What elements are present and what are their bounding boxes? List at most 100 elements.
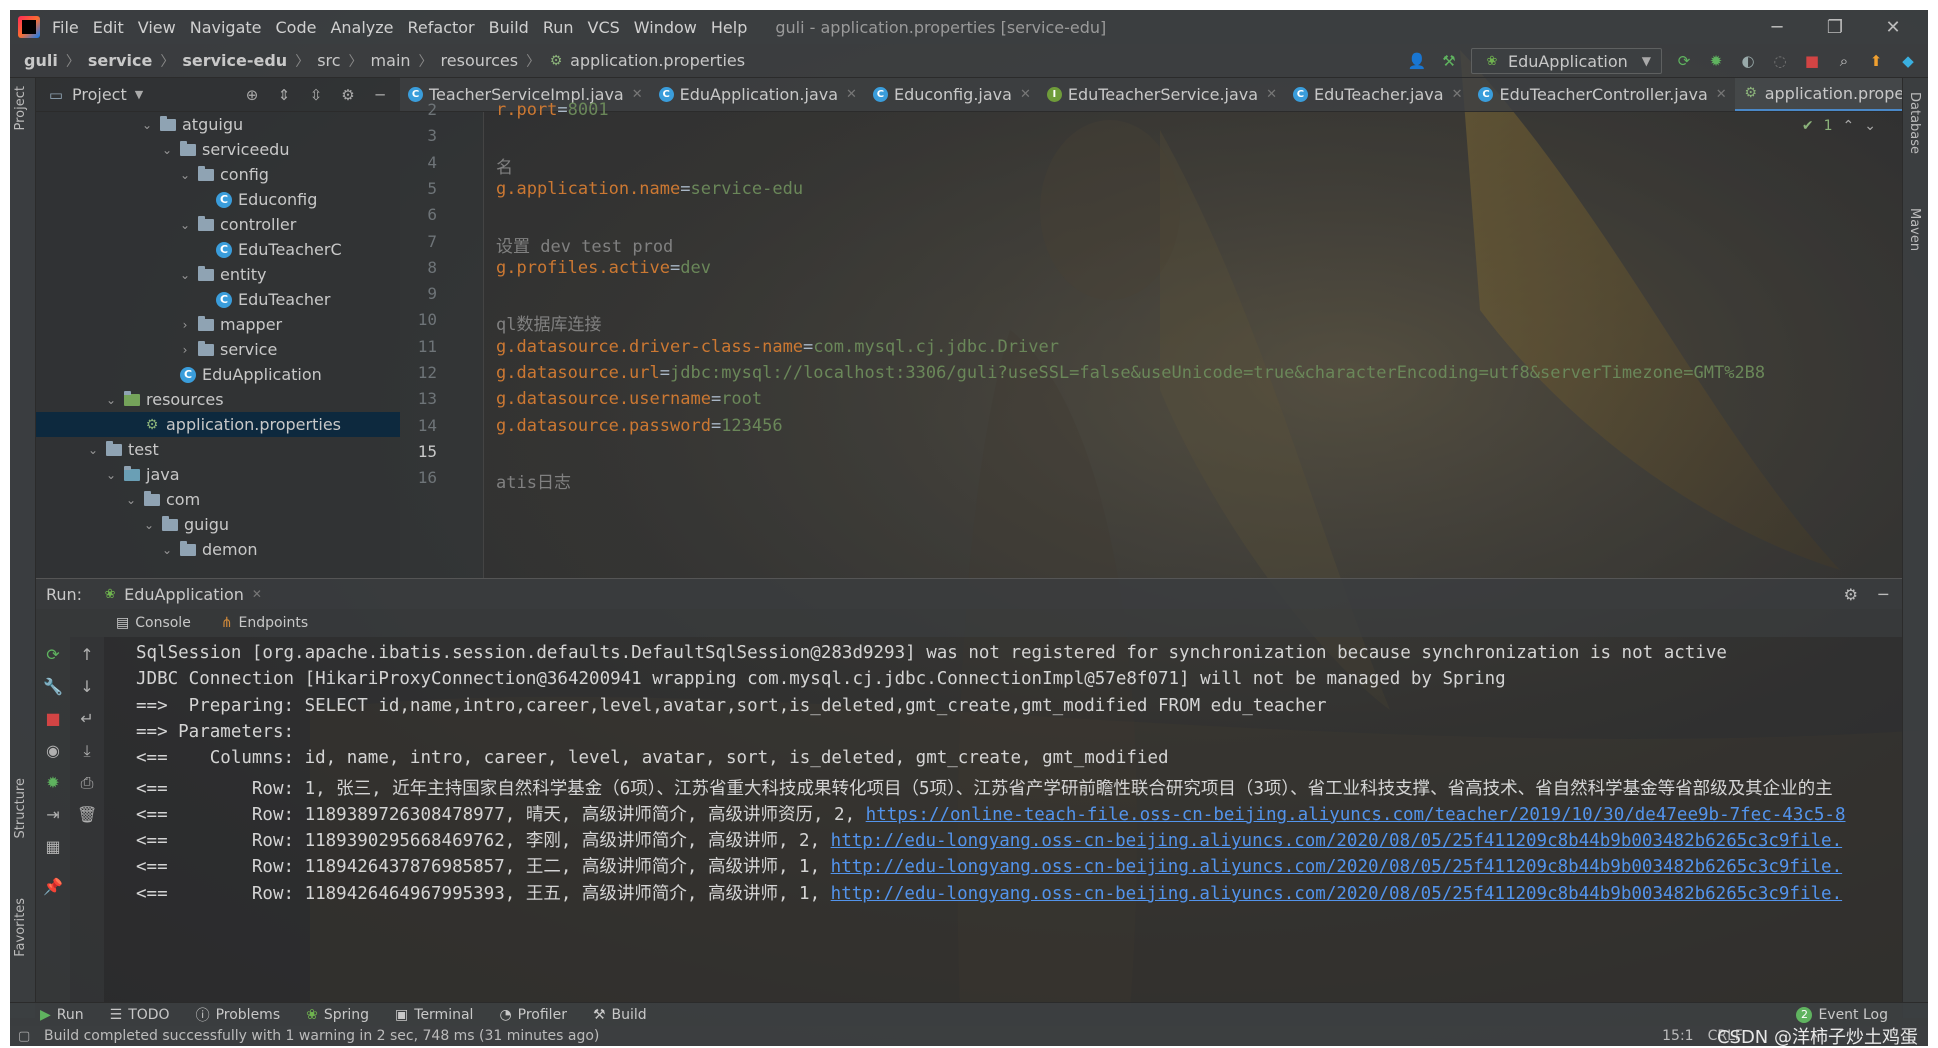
status-layout-icon[interactable]: ▢ [18,1029,30,1044]
update-icon[interactable]: ⬆ [1866,51,1886,71]
rerun-icon[interactable]: ⟳ [1674,51,1694,71]
chevron-down-icon[interactable]: ⌄ [104,393,118,407]
run-config-tab[interactable]: EduApplication [124,585,244,604]
tree-item[interactable]: ⌄ demon [36,537,400,562]
editor-tab[interactable]: I EduTeacherService.java ✕ [1039,78,1285,111]
code-line[interactable]: g.application.name=service-edu [496,179,803,199]
editor-tab[interactable]: C Educonfig.java ✕ [865,78,1039,111]
console-link[interactable]: http://edu-longyang.oss-cn-beijing.aliyu… [831,884,1842,904]
structure-tool-tab[interactable]: Structure [13,778,28,838]
chevron-down-icon[interactable]: ⌄ [160,143,174,157]
chevron-up-icon[interactable]: ⌃ [1843,118,1855,134]
expand-all-icon[interactable]: ⇕ [274,85,294,105]
plugin-icon[interactable]: ◆ [1898,51,1918,71]
chevron-down-icon[interactable]: ▼ [135,88,143,101]
tree-item[interactable]: ⌄ com [36,487,400,512]
menu-code[interactable]: Code [276,18,317,37]
tree-item[interactable]: ⌄ entity [36,262,400,287]
project-panel-title[interactable]: Project [72,85,127,104]
tree-item[interactable]: › mapper [36,312,400,337]
favorites-tool-tab[interactable]: Favorites [13,898,28,957]
tool-run[interactable]: ▶ Run [40,1007,84,1023]
project-tool-tab[interactable]: Project [13,86,28,130]
menu-analyze[interactable]: Analyze [330,18,393,37]
pin-icon[interactable]: 📌 [43,877,63,897]
breadcrumb-item[interactable]: application.properties [570,51,745,70]
chevron-down-icon[interactable]: ⌄ [140,118,154,132]
breadcrumb-item[interactable]: resources [441,51,519,70]
menu-help[interactable]: Help [711,18,747,37]
tree-item[interactable]: ⌄ resources [36,387,400,412]
tree-item[interactable]: ⌄ java [36,462,400,487]
search-icon[interactable]: ⌕ [1834,51,1854,71]
chevron-down-icon[interactable]: ⌄ [124,493,138,507]
chevron-down-icon[interactable]: ⌄ [178,268,192,282]
editor-tab[interactable]: C EduTeacher.java ✕ [1285,78,1471,111]
tool-terminal[interactable]: ▣ Terminal [395,1007,473,1023]
maven-tool-tab[interactable]: Maven [1907,208,1922,251]
arrow-down-icon[interactable]: ↓ [77,677,97,697]
print-icon[interactable]: ⎙ [77,773,97,793]
tool-event-log[interactable]: 2 Event Log [1796,1006,1888,1023]
close-button[interactable]: ✕ [1864,17,1922,38]
code-line[interactable]: g.datasource.url=jdbc:mysql://localhost:… [496,363,1765,383]
debug-icon[interactable]: ✹ [1706,51,1726,71]
code-line[interactable]: 名 [496,153,513,178]
debug-icon[interactable]: ✹ [43,773,63,793]
collapse-all-icon[interactable]: ⇳ [306,85,326,105]
tree-item[interactable]: ⌄ atguigu [36,112,400,137]
breadcrumb-item[interactable]: src [317,51,340,70]
tree-item[interactable]: ⌄ serviceedu [36,137,400,162]
arrow-up-icon[interactable]: ↑ [77,645,97,665]
tree-item[interactable]: ⚙ application.properties [36,412,400,437]
hide-icon[interactable]: ─ [370,85,390,105]
run-configuration-dropdown[interactable]: ❀ EduApplication ▼ [1470,48,1662,74]
chevron-down-icon[interactable]: ⌄ [160,543,174,557]
code-line[interactable]: atis日志 [496,468,571,493]
user-icon[interactable]: 👤 [1407,51,1427,71]
code-line[interactable]: g.profiles.active=dev [496,258,711,278]
scroll-to-end-icon[interactable]: ⤓ [77,741,97,761]
tree-item[interactable]: ⌄ controller [36,212,400,237]
code-line[interactable]: 设置 dev test prod [496,232,673,257]
console-link[interactable]: https://online-teach-file.oss-cn-beijing… [866,805,1846,825]
tree-item[interactable]: C Educonfig [36,187,400,212]
chevron-right-icon[interactable]: › [178,318,192,332]
restore-button[interactable]: ❐ [1806,17,1864,38]
chevron-right-icon[interactable]: › [178,343,192,357]
menu-vcs[interactable]: VCS [588,18,620,37]
hammer-build-icon[interactable]: ⚒ [1439,51,1459,71]
locate-icon[interactable]: ⊕ [242,85,262,105]
tree-item[interactable]: C EduTeacherC [36,237,400,262]
profiler-icon[interactable]: ◌ [1770,51,1790,71]
code-line[interactable]: g.datasource.password=123456 [496,416,783,436]
wrench-icon[interactable]: 🔧 [43,677,63,697]
chevron-down-icon[interactable]: ⌄ [178,168,192,182]
exit-icon[interactable]: ⇥ [43,805,63,825]
tool-profiler[interactable]: ◔ Profiler [499,1007,567,1023]
breadcrumb-item[interactable]: guli [24,51,58,70]
console-link[interactable]: http://edu-longyang.oss-cn-beijing.aliyu… [831,857,1842,877]
tool-todo[interactable]: ☰ TODO [110,1007,170,1023]
code-editor[interactable]: ✔ 1 ⌃ ⌄ r.port=8001 名 g.application.name=s… [484,100,1902,578]
close-icon[interactable]: ✕ [252,587,262,601]
breadcrumb-item[interactable]: main [371,51,411,70]
close-icon[interactable]: ✕ [1266,87,1277,102]
gear-icon[interactable]: ⚙ [1844,585,1858,604]
close-icon[interactable]: ✕ [1716,87,1727,102]
editor-tab-active[interactable]: ⚙application.properties✕ [1734,78,1902,111]
editor-tab[interactable]: C EduApplication.java ✕ [651,78,865,111]
code-line[interactable]: g.datasource.driver-class-name=com.mysql… [496,337,1059,357]
menu-navigate[interactable]: Navigate [190,18,262,37]
close-icon[interactable]: ✕ [632,87,643,102]
close-icon[interactable]: ✕ [846,87,857,102]
gear-icon[interactable]: ⚙ [338,85,358,105]
console-output[interactable]: SqlSession [org.apache.ibatis.session.de… [104,637,1902,1003]
rerun-icon[interactable]: ⟳ [43,645,63,665]
tree-item[interactable]: ⌄ config [36,162,400,187]
coverage-icon[interactable]: ◐ [1738,51,1758,71]
inspection-widget[interactable]: ✔ 1 ⌃ ⌄ [1802,112,1876,140]
tool-build[interactable]: ⚒ Build [593,1007,647,1023]
tree-item[interactable]: › service [36,337,400,362]
chevron-down-icon[interactable]: ⌄ [1864,118,1876,134]
